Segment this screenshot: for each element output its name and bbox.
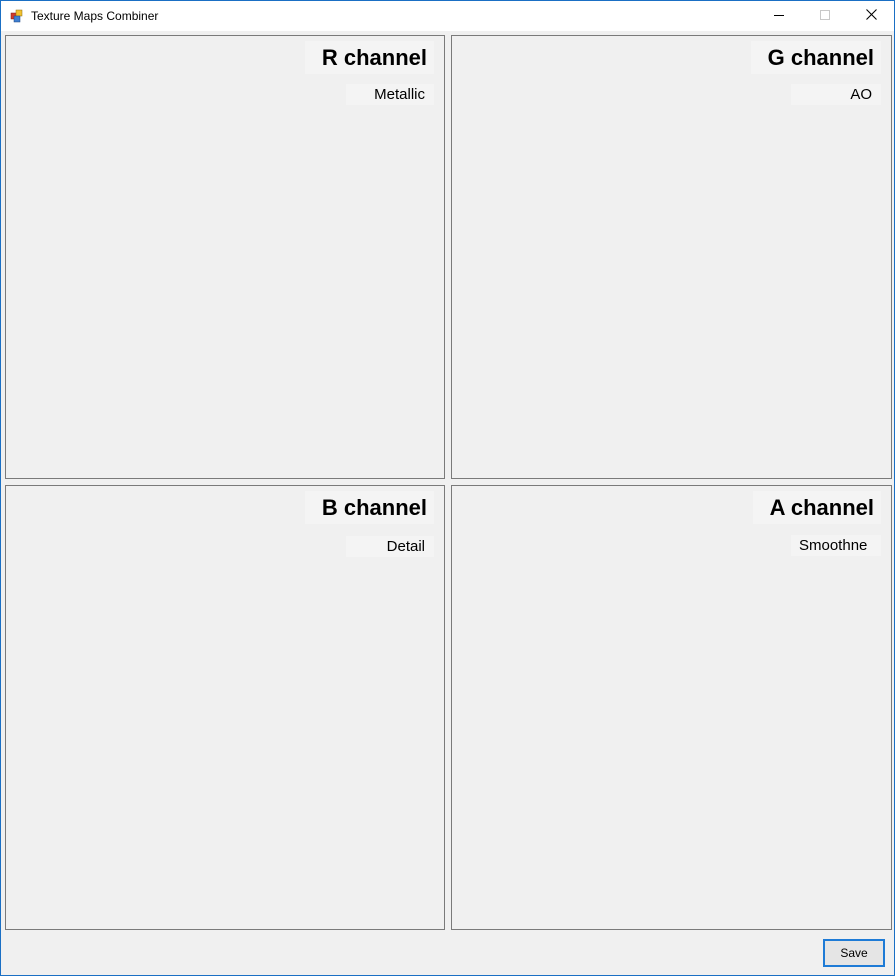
a-channel-panel[interactable]: A channel Smoothne bbox=[451, 485, 892, 930]
window-title: Texture Maps Combiner bbox=[31, 9, 159, 23]
maximize-icon bbox=[820, 7, 830, 25]
g-channel-panel[interactable]: G channel AO bbox=[451, 35, 892, 479]
b-channel-panel[interactable]: B channel Detail bbox=[5, 485, 445, 930]
close-icon bbox=[865, 7, 877, 25]
app-icon bbox=[10, 9, 24, 23]
maximize-button[interactable] bbox=[802, 1, 848, 31]
save-button[interactable]: Save bbox=[823, 939, 885, 967]
close-button[interactable] bbox=[848, 1, 894, 31]
g-channel-title: G channel bbox=[750, 41, 881, 74]
b-channel-title: B channel bbox=[304, 491, 434, 524]
b-channel-map-select[interactable]: Detail bbox=[346, 536, 434, 557]
r-channel-panel[interactable]: R channel Metallic bbox=[5, 35, 445, 479]
title-bar[interactable]: Texture Maps Combiner bbox=[1, 1, 894, 31]
g-channel-map-select[interactable]: AO bbox=[791, 84, 881, 105]
minimize-button[interactable] bbox=[756, 1, 802, 31]
a-channel-title: A channel bbox=[752, 491, 881, 524]
app-window: Texture Maps Combiner R channel Metallic… bbox=[0, 0, 895, 976]
r-channel-map-select[interactable]: Metallic bbox=[346, 84, 434, 105]
a-channel-map-select[interactable]: Smoothne bbox=[791, 535, 881, 556]
r-channel-title: R channel bbox=[304, 41, 434, 74]
minimize-icon bbox=[774, 7, 784, 25]
